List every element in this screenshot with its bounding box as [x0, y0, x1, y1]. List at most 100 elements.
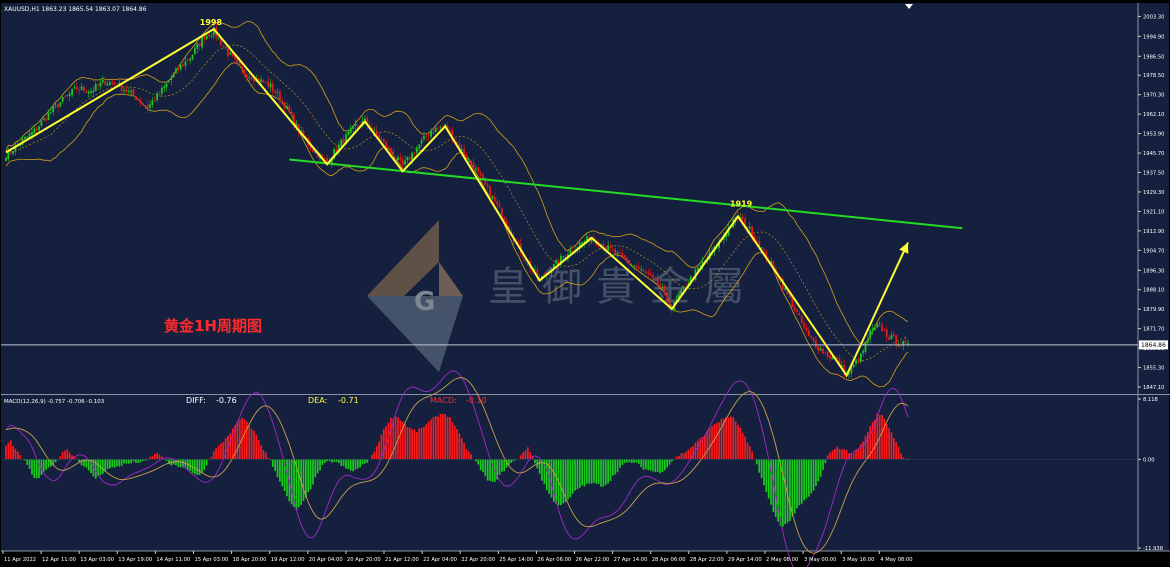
price-tick-label: 1847.10 — [1143, 385, 1164, 391]
time-tick-label: 3 May 16:00 — [842, 557, 874, 563]
candle-body — [35, 128, 38, 131]
price-tick-label: 1937.50 — [1143, 171, 1164, 177]
time-tick-label: 4 May 08:00 — [880, 557, 912, 563]
candle-body — [491, 196, 494, 199]
candle-body — [611, 249, 614, 251]
candle-body — [876, 324, 879, 328]
candle-body — [106, 83, 109, 86]
candle-body — [229, 52, 232, 55]
time-tick-label: 26 Apr 22:00 — [576, 557, 610, 563]
candle-body — [123, 90, 125, 92]
candle-body — [194, 48, 196, 55]
candle-body — [394, 158, 397, 160]
candle-body — [682, 287, 685, 289]
candle-body — [401, 158, 404, 166]
candle-body — [286, 106, 288, 109]
candle-body — [127, 91, 130, 92]
candle-body — [819, 348, 822, 351]
candle-body — [470, 160, 473, 164]
watermark-text: 皇御貴金屬 — [488, 264, 758, 310]
candle-body — [132, 89, 135, 96]
candle-body — [227, 48, 229, 56]
candle-body — [803, 322, 806, 328]
candle-body — [85, 90, 88, 93]
time-tick-label: 20 Apr 20:00 — [347, 557, 381, 563]
candle-body — [134, 96, 137, 100]
candle-body — [61, 96, 64, 102]
candle-body — [616, 252, 619, 255]
macd-value: -0.10 — [466, 396, 487, 405]
candle-body — [323, 157, 326, 159]
candle-body — [153, 99, 156, 102]
candle-body — [581, 242, 584, 244]
candle-body — [375, 130, 378, 135]
candle-body — [656, 277, 659, 286]
candle-body — [888, 336, 891, 341]
candle-body — [883, 329, 886, 331]
candle-body — [160, 87, 163, 94]
candle-body — [392, 151, 395, 158]
candle-body — [210, 35, 213, 37]
candle-body — [637, 267, 640, 269]
price-tick-label: 2003.30 — [1143, 14, 1164, 20]
candle-body — [437, 128, 440, 129]
price-tick-label: 1986.50 — [1143, 54, 1164, 60]
candle-body — [885, 329, 888, 338]
candle-body — [496, 201, 499, 205]
candle-body — [354, 124, 357, 126]
candle-body — [763, 248, 765, 250]
candle-body — [73, 87, 76, 89]
candle-body — [607, 245, 610, 251]
price-tick-label: 1953.90 — [1143, 132, 1164, 138]
candle-body — [800, 315, 803, 323]
candle-body — [222, 45, 225, 47]
candle-body — [408, 156, 411, 160]
candle-body — [269, 83, 272, 88]
candle-body — [177, 67, 180, 71]
price-tick-label: 1994.90 — [1143, 34, 1164, 40]
candle-body — [864, 342, 867, 352]
candle-body — [486, 184, 489, 187]
candle-body — [144, 105, 147, 107]
time-tick-label: 25 Apr 14:00 — [499, 557, 533, 563]
candle-body — [432, 132, 435, 134]
dea-label: DEA: — [308, 396, 327, 405]
candle-body — [569, 249, 572, 254]
candle-body — [822, 348, 824, 354]
candle-body — [862, 350, 865, 353]
candle-body — [42, 118, 45, 121]
time-tick-label: 13 Apr 19:00 — [118, 557, 152, 563]
time-tick-label: 21 Apr 12:00 — [385, 557, 419, 563]
candle-body — [217, 37, 220, 39]
candle-body — [555, 260, 558, 264]
candle-body — [33, 128, 36, 134]
candle-body — [75, 86, 78, 90]
candle-body — [130, 90, 133, 93]
candle-body — [71, 89, 74, 95]
candle-body — [489, 186, 491, 198]
candle-body — [472, 162, 475, 170]
candle-body — [649, 273, 652, 276]
candle-body — [413, 152, 416, 154]
time-tick-label: 27 Apr 14:00 — [614, 557, 648, 563]
symbol-ohlc-header: XAUUSD,H1 1863.23 1865.54 1863.07 1864.8… — [4, 6, 147, 13]
time-tick-label: 14 Apr 11:00 — [156, 557, 190, 563]
macd-tick-label: -11.938 — [1143, 546, 1163, 552]
candle-body — [477, 167, 480, 173]
candle-body — [253, 78, 255, 82]
candle-body — [467, 159, 470, 160]
candle-body — [571, 250, 574, 252]
candle-body — [817, 346, 820, 351]
candle-body — [186, 60, 189, 62]
candle-body — [264, 81, 267, 83]
candle-body — [869, 329, 872, 339]
candle-body — [389, 148, 392, 153]
candle-body — [68, 93, 71, 97]
candle-body — [423, 135, 425, 140]
candle-body — [90, 91, 92, 94]
candle-body — [633, 266, 635, 268]
candle-body — [146, 105, 149, 109]
candle-body — [158, 93, 161, 95]
candle-body — [380, 138, 383, 140]
candle-body — [321, 154, 324, 157]
